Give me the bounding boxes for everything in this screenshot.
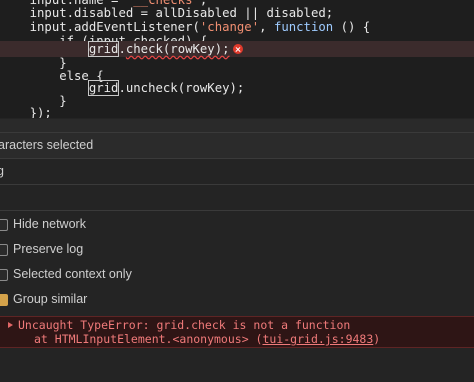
code-token: grid [87,41,120,57]
option-preserve-log[interactable]: Preserve log [0,237,83,262]
checkbox-checked-icon[interactable] [0,293,8,306]
console-error-message[interactable]: Uncaught TypeError: grid.check is not a … [0,316,474,348]
option-label: Group similar [13,292,88,306]
filter-input[interactable]: g [0,159,474,184]
error-stack-text: at HTMLInputElement.<anonymous> ( [34,332,263,346]
checkbox-icon[interactable] [0,218,8,231]
code-line-10: }); [0,106,52,118]
error-text: Uncaught TypeError: grid.check is not a … [18,318,351,332]
error-x-icon[interactable] [232,44,243,54]
checkbox-icon[interactable] [0,268,8,281]
option-label: Preserve log [13,242,84,256]
code-token: 'change' [199,20,260,34]
expand-triangle-icon[interactable] [8,322,13,328]
editor-status-bar [0,119,474,132]
divider [0,210,474,211]
option-label: Selected context only [13,267,132,281]
filter-value: g [0,164,4,178]
option-hide-network[interactable]: Hide network [0,212,86,237]
code-editor[interactable]: input.name = '__checks'; input.disabled … [0,0,474,118]
checkbox-icon[interactable] [0,243,8,256]
option-group-similar[interactable]: Group similar [0,287,87,312]
source-link[interactable]: tui-grid.js:9483 [262,332,373,346]
option-selected-context-only[interactable]: Selected context only [0,262,132,287]
code-token-error: check(rowKey); [125,42,230,56]
error-line: Uncaught TypeError: grid.check is not a … [8,319,350,332]
selection-text: aracters selected [0,138,94,152]
error-stack-close: ) [373,332,381,346]
option-label: Hide network [13,217,86,231]
code-token: function [273,20,334,34]
error-stack-line: at HTMLInputElement.<anonymous> (tui-gri… [34,333,380,346]
toolbar-blank-row [0,185,474,210]
selection-status: aracters selected [0,133,474,158]
